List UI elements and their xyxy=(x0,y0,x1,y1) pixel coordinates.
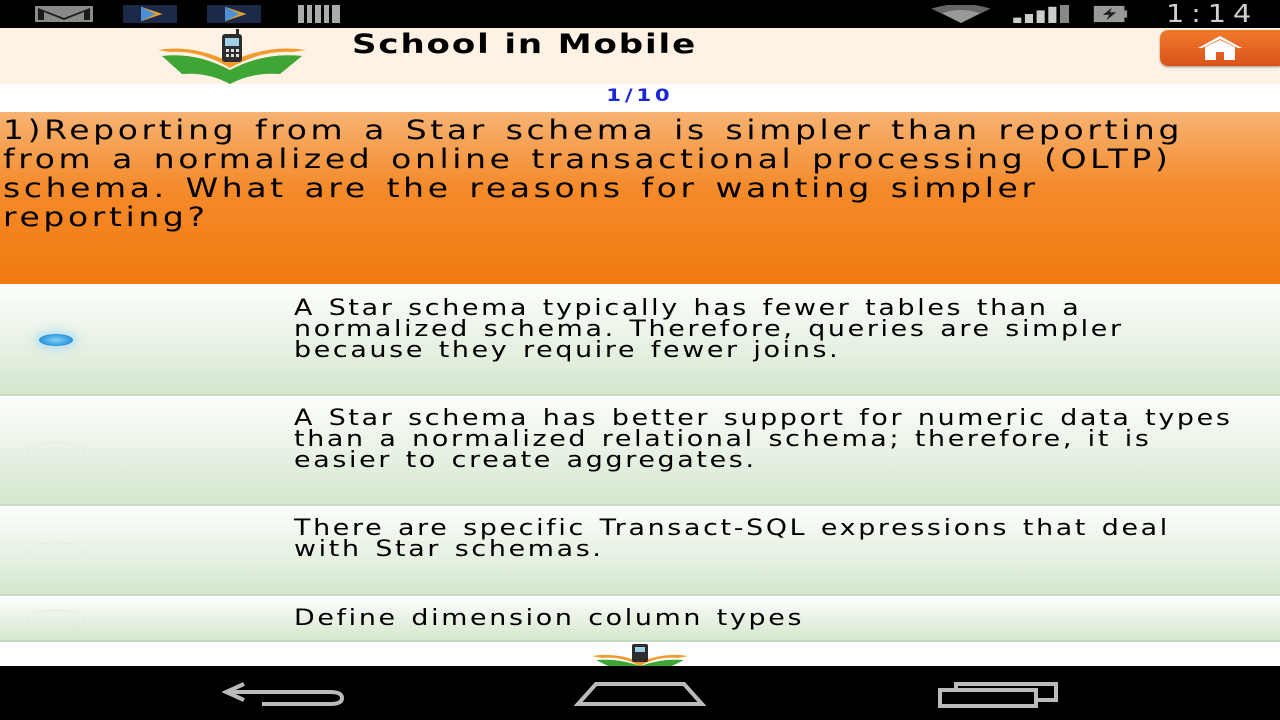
question-text: 1)Reporting from a Star schema is simple… xyxy=(3,115,1184,233)
play-store-icon xyxy=(207,5,261,23)
battery-icon xyxy=(1093,5,1128,23)
answer-option[interactable]: Define dimension column types xyxy=(0,598,1280,642)
option-text: A Star schema typically has fewer tables… xyxy=(294,296,1124,363)
home-nav-icon[interactable] xyxy=(574,680,706,708)
barcode-icon xyxy=(298,5,340,23)
clock: 1:14 xyxy=(1165,0,1258,28)
radio-button-selected[interactable] xyxy=(38,333,74,347)
recents-icon[interactable] xyxy=(936,680,1060,708)
play-store-icon xyxy=(123,5,177,23)
question-panel: 1)Reporting from a Star schema is simple… xyxy=(0,112,1280,284)
answer-option[interactable]: A Star schema typically has fewer tables… xyxy=(0,288,1280,396)
status-bar: 1:14 xyxy=(0,0,1280,28)
app-header: School in Mobile xyxy=(0,28,1280,84)
answer-option[interactable]: A Star schema has better support for num… xyxy=(0,398,1280,506)
radio-button[interactable] xyxy=(26,542,86,560)
app-title: School in Mobile xyxy=(352,29,698,60)
school-in-mobile-logo xyxy=(158,29,306,84)
option-text: A Star schema has better support for num… xyxy=(294,406,1233,473)
option-text: There are specific Transact-SQL expressi… xyxy=(294,516,1170,562)
wifi-icon xyxy=(931,5,991,23)
radio-button[interactable] xyxy=(26,442,86,460)
school-in-mobile-logo xyxy=(592,644,688,666)
gmail-icon xyxy=(35,6,93,22)
question-counter: 1/10 xyxy=(606,86,674,106)
back-icon[interactable] xyxy=(222,680,346,706)
navigation-bar xyxy=(0,666,1280,720)
home-icon xyxy=(1198,36,1242,60)
radio-button[interactable] xyxy=(26,610,86,628)
option-text: Define dimension column types xyxy=(294,606,805,631)
home-button[interactable] xyxy=(1160,30,1280,66)
answer-option[interactable]: There are specific Transact-SQL expressi… xyxy=(0,508,1280,596)
signal-icon xyxy=(1013,5,1069,23)
